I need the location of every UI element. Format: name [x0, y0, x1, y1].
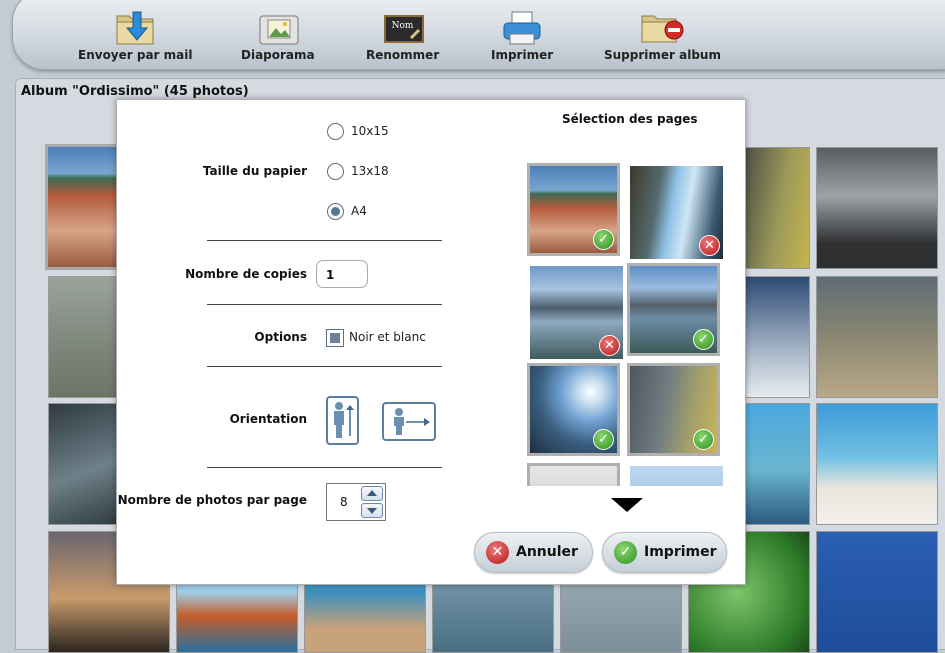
- album-photo[interactable]: [744, 403, 810, 525]
- separator: [207, 240, 442, 241]
- print-button[interactable]: Imprimer: [491, 10, 553, 62]
- check-icon: ✓: [593, 229, 614, 250]
- paper-10x15-radio[interactable]: [327, 123, 344, 140]
- increment-button[interactable]: [361, 486, 383, 501]
- scroll-down-arrow-icon[interactable]: [611, 498, 643, 512]
- separator: [207, 304, 442, 305]
- portrait-icon: [334, 402, 354, 438]
- black-white-checkbox[interactable]: [326, 329, 344, 347]
- rename-board-text: Nom: [391, 21, 414, 31]
- orientation-label: Orientation: [229, 412, 307, 426]
- album-photo[interactable]: [816, 147, 938, 269]
- copies-input[interactable]: 1: [316, 260, 368, 288]
- page-thumbnail[interactable]: ✓: [527, 163, 620, 256]
- delete-album-button[interactable]: Supprimer album: [604, 10, 721, 62]
- pages-title: Sélection des pages: [562, 112, 698, 126]
- page-thumbnail[interactable]: [527, 463, 620, 486]
- portrait-button[interactable]: [326, 396, 359, 445]
- landscape-icon: [394, 408, 430, 435]
- page-thumbnail[interactable]: ✓: [627, 263, 720, 356]
- paper-a4-radio[interactable]: [327, 203, 344, 220]
- paper-13x18-label: 13x18: [351, 164, 389, 178]
- separator: [207, 366, 442, 367]
- options-label: Options: [254, 330, 307, 344]
- rename-label: Renommer: [366, 48, 440, 62]
- copies-label: Nombre de copies: [185, 267, 307, 281]
- cancel-button[interactable]: ✕ Annuler: [474, 532, 593, 573]
- check-icon: ✓: [693, 429, 714, 450]
- page-thumbnail[interactable]: ✓: [527, 363, 620, 456]
- slideshow-icon: [256, 10, 300, 46]
- black-white-label: Noir et blanc: [349, 330, 426, 344]
- rename-button[interactable]: Nom Renommer: [366, 10, 439, 62]
- print-label: Imprimer: [491, 48, 554, 62]
- album-title: Album "Ordissimo" (45 photos): [21, 84, 249, 99]
- page-thumbnail[interactable]: ✓: [627, 363, 720, 456]
- check-icon: ✓: [693, 329, 714, 350]
- page-thumbnail[interactable]: ✕: [530, 266, 623, 359]
- album-photo[interactable]: [816, 276, 938, 398]
- paper-size-label: Taille du papier: [202, 164, 307, 178]
- printer-icon: [500, 10, 544, 46]
- photos-per-page-label: Nombre de photos par page: [117, 493, 307, 507]
- mail-folder-icon: [113, 10, 157, 46]
- page-thumbnail[interactable]: [630, 466, 723, 486]
- photos-per-page-value: 8: [340, 495, 348, 509]
- cross-icon: ✕: [599, 335, 620, 356]
- separator: [207, 467, 442, 468]
- slideshow-button[interactable]: Diaporama: [241, 10, 315, 62]
- delete-album-label: Supprimer album: [604, 48, 721, 62]
- confirm-print-button[interactable]: ✓ Imprimer: [602, 532, 727, 573]
- paper-13x18-radio[interactable]: [327, 163, 344, 180]
- slideshow-label: Diaporama: [241, 48, 315, 62]
- paper-a4-label: A4: [351, 204, 367, 218]
- decrement-button[interactable]: [361, 503, 383, 518]
- landscape-button[interactable]: [382, 402, 436, 441]
- album-photo[interactable]: [744, 276, 810, 398]
- photos-per-page-stepper[interactable]: 8: [326, 483, 386, 521]
- album-photo[interactable]: [816, 531, 938, 653]
- check-icon: ✓: [614, 541, 637, 564]
- send-mail-button[interactable]: Envoyer par mail: [78, 10, 192, 62]
- cross-icon: ✕: [699, 235, 720, 256]
- cancel-label: Annuler: [516, 544, 578, 560]
- delete-folder-icon: [640, 10, 684, 46]
- confirm-print-label: Imprimer: [644, 544, 717, 560]
- album-photo[interactable]: [744, 147, 810, 269]
- send-mail-label: Envoyer par mail: [78, 48, 193, 62]
- check-icon: ✓: [593, 429, 614, 450]
- page-list: ✓ ✕ ✕ ✓ ✓ ✓: [527, 163, 727, 486]
- rename-board-icon: Nom: [381, 10, 425, 46]
- print-dialog: Taille du papier 10x15 13x18 A4 Nombre d…: [116, 99, 746, 585]
- cancel-icon: ✕: [486, 541, 509, 564]
- page-thumbnail[interactable]: ✕: [630, 166, 723, 259]
- paper-10x15-label: 10x15: [351, 124, 389, 138]
- album-photo[interactable]: [816, 403, 938, 525]
